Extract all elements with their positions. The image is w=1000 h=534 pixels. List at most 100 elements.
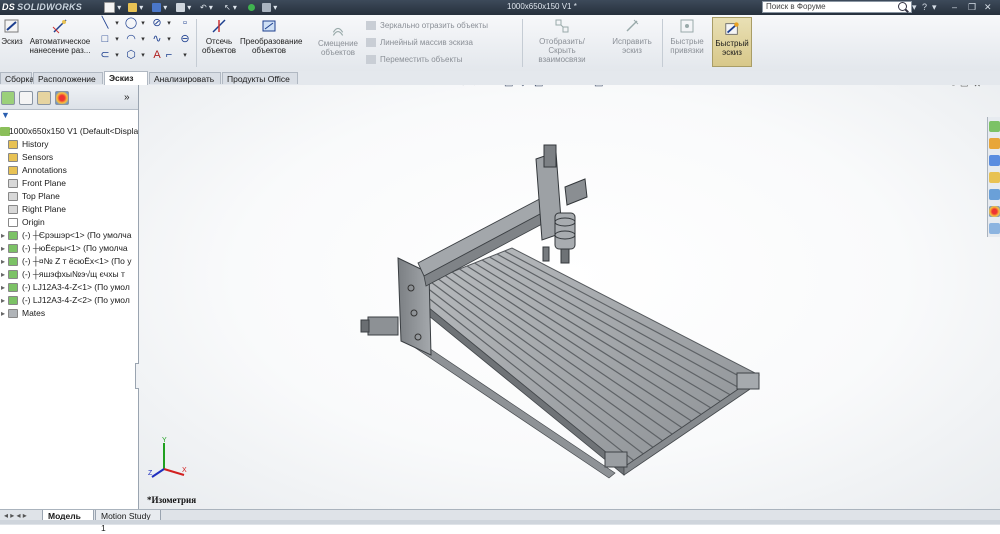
graphics-area[interactable]: ⊕⌕↺▣◈◩◐●◓▤ ▫▭✕: [139, 85, 1000, 509]
search-dropdown-icon[interactable]: ▾: [912, 2, 917, 13]
feature-tree-tab-icon[interactable]: [1, 91, 15, 105]
sketch-button[interactable]: Эскиз: [0, 17, 24, 46]
smart-dimension-button[interactable]: Автоматическое нанесение раз...: [24, 17, 96, 55]
display-relations-button[interactable]: Отобразить/Скрыть взаимосвязи: [526, 17, 598, 64]
slot-icon[interactable]: ⊖: [178, 33, 192, 46]
move-entities-button[interactable]: Переместить объекты: [366, 54, 462, 65]
feature-tree-item-label: Origin: [22, 217, 45, 227]
fillet-icon[interactable]: ⌐: [162, 49, 176, 62]
feature-tree-item-label: (-) LJ12A3-4-Z<2> (По умол: [22, 295, 130, 305]
tab-sketch[interactable]: Эскиз: [104, 71, 148, 85]
repair-sketch-button[interactable]: Исправить эскиз: [610, 17, 654, 55]
expand-icon[interactable]: ▸: [1, 281, 5, 294]
plane-icon: [8, 179, 18, 188]
feature-tree-item[interactable]: Sensors: [0, 151, 138, 164]
feature-tree-item[interactable]: History: [0, 138, 138, 151]
configuration-manager-tab-icon[interactable]: [37, 91, 51, 105]
triad-x-label: X: [182, 467, 187, 474]
mirror-entities-button[interactable]: Зеркально отразить объекты: [366, 20, 488, 31]
search-input[interactable]: Поиск в Форуме: [762, 1, 912, 13]
convert-entities-button[interactable]: Преобразование объектов: [240, 17, 302, 55]
feature-tree-item[interactable]: ▸ (-) LJ12A3-4-Z<1> (По умол: [0, 281, 138, 294]
new-document-icon[interactable]: ▾: [104, 2, 121, 14]
solidworks-logo[interactable]: DS SOLIDWORKS: [2, 2, 82, 12]
tab-layout[interactable]: Расположение: [33, 72, 103, 84]
dropdown-icon: ▾: [167, 20, 171, 27]
quick-snaps-icon: [680, 19, 694, 33]
feature-tree-item[interactable]: Origin: [0, 216, 138, 229]
appearances-icon[interactable]: [989, 206, 1000, 217]
offset-entities-button[interactable]: Смещение объектов: [312, 23, 364, 57]
expand-icon[interactable]: ▸: [1, 255, 5, 268]
feature-tree-item-label: Front Plane: [22, 178, 66, 188]
minimize-icon[interactable]: –: [952, 2, 957, 12]
close-icon[interactable]: ✕: [984, 2, 992, 13]
feature-tree-root[interactable]: 1000x650x150 V1 (Default<Display: [0, 125, 138, 138]
display-manager-tab-icon[interactable]: [55, 91, 69, 105]
feature-tree-item[interactable]: ▸ (-) ┼юЁєры<1> (По умолча: [0, 242, 138, 255]
expand-icon[interactable]: ▸: [1, 307, 5, 320]
design-library-icon[interactable]: [989, 155, 1000, 166]
feature-tree-item[interactable]: ▸ (-) ┼¤№ Z т ёсюЁх<1> (По у: [0, 255, 138, 268]
feature-tree-item-label: (-) ┼Єрэшэр<1> (По умолча: [22, 230, 132, 240]
expand-icon[interactable]: ▸: [1, 294, 5, 307]
x-axis-motor: [564, 178, 588, 206]
select-pointer-icon[interactable]: ↖ ▾: [224, 2, 237, 13]
part-icon: [8, 244, 18, 253]
dropdown-icon: ▾: [183, 52, 187, 59]
view-palette-icon[interactable]: [989, 189, 1000, 200]
undo-icon[interactable]: ↶ ▾: [200, 2, 213, 13]
dropdown-icon: ▾: [115, 36, 119, 43]
quick-snaps-button[interactable]: Быстрые привязки: [664, 17, 710, 55]
document-title: 1000x650x150 V1 *: [507, 2, 577, 11]
search-icon[interactable]: [898, 2, 907, 11]
restore-icon[interactable]: ❐: [968, 2, 976, 13]
tab-analyze[interactable]: Анализировать: [149, 72, 221, 84]
options-icon[interactable]: ▾: [262, 2, 277, 13]
rapid-sketch-button[interactable]: Быстрый эскиз: [712, 17, 752, 67]
print-icon[interactable]: ▾: [176, 2, 191, 13]
tab-office-products[interactable]: Продукты Office: [222, 72, 298, 84]
expand-icon[interactable]: ▸: [1, 268, 5, 281]
feature-tree-item[interactable]: ▸ Mates: [0, 307, 138, 320]
resources-icon[interactable]: [989, 121, 1000, 132]
save-icon[interactable]: ▾: [152, 2, 167, 13]
title-bar: DS SOLIDWORKS ▾ ▾ ▾ ▾ ↶ ▾ ↖ ▾ ▾ 1000x650x…: [0, 0, 1000, 15]
rebuild-icon[interactable]: [248, 2, 255, 13]
property-manager-tab-icon[interactable]: [19, 91, 33, 105]
feature-tree-item[interactable]: Annotations: [0, 164, 138, 177]
trim-entities-button[interactable]: Отсечь объектов: [198, 17, 240, 55]
dropdown-icon: ▾: [141, 36, 145, 43]
dropdown-icon: ▾: [115, 52, 119, 59]
toolbar-separator: [196, 19, 197, 67]
feature-tree-item[interactable]: ▸ (-) ┼Єрэшэр<1> (По умолча: [0, 229, 138, 242]
cnc-router-model[interactable]: [139, 85, 1000, 509]
convert-entities-icon: [262, 20, 276, 32]
open-document-icon[interactable]: ▾: [128, 2, 143, 13]
expand-icon[interactable]: ▸: [1, 229, 5, 242]
z-axis-motor: [543, 144, 557, 168]
feature-tree-item[interactable]: Top Plane: [0, 190, 138, 203]
feature-tree-item-label: Sensors: [22, 152, 54, 162]
feature-tree-item[interactable]: Front Plane: [0, 177, 138, 190]
plane-icon: [8, 192, 18, 201]
tab-assembly[interactable]: Сборка: [0, 72, 34, 84]
feature-tree-item-label: (-) LJ12A3-4-Z<1> (По умол: [22, 282, 130, 292]
status-bar: [0, 520, 1000, 524]
filter-icon[interactable]: ▼: [0, 110, 138, 121]
expand-panel-icon[interactable]: »: [124, 92, 130, 103]
corner-block: [736, 372, 760, 390]
feature-tree-item[interactable]: Right Plane: [0, 203, 138, 216]
feature-tree-item[interactable]: ▸ (-) ┼яшэфхы№э√щ єчхы т: [0, 268, 138, 281]
file-explorer-icon[interactable]: [989, 172, 1000, 183]
feature-tree-item[interactable]: ▸ (-) LJ12A3-4-Z<2> (По умол: [0, 294, 138, 307]
tab-scroll-arrows[interactable]: ◂ ▸ ◂ ▸: [4, 511, 27, 520]
custom-properties-icon[interactable]: [989, 223, 1000, 234]
linear-pattern-button[interactable]: Линейный массив эскиза: [366, 37, 473, 48]
home-icon[interactable]: [989, 138, 1000, 149]
expand-icon[interactable]: ▸: [1, 242, 5, 255]
point-icon[interactable]: ▫: [178, 17, 192, 30]
help-button[interactable]: ?: [922, 2, 927, 12]
help-dropdown-icon[interactable]: ▾: [932, 2, 937, 13]
spindle-sensor: [542, 246, 550, 262]
